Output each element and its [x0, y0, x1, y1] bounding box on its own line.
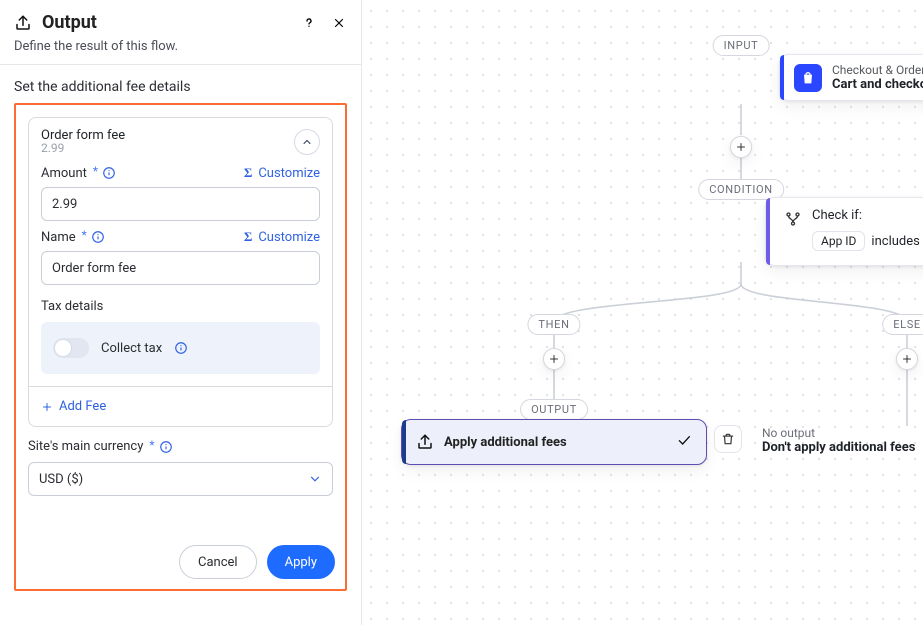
name-input[interactable] — [41, 251, 320, 285]
tax-label: Tax details — [41, 299, 320, 314]
sigma-icon: Σ — [244, 165, 253, 181]
input-chip: INPUT — [713, 35, 770, 56]
info-icon[interactable] — [91, 230, 105, 244]
customize-name-link[interactable]: Σ Customize — [244, 229, 320, 245]
panel-footer: Cancel Apply — [179, 545, 335, 579]
app-id-pill: App ID — [812, 231, 865, 251]
input-card-kicker: Checkout & Orders — [832, 63, 923, 77]
condition-title: Check if: — [812, 208, 923, 223]
add-fee-button[interactable]: Add Fee — [29, 387, 332, 426]
panel-title: Output — [42, 12, 97, 33]
input-card-text: Checkout & Orders Cart and checkout data — [832, 63, 923, 92]
add-step-button[interactable] — [730, 136, 752, 158]
fee-card-header: Order form fee 2.99 — [29, 118, 332, 165]
apply-button-label: Apply — [285, 555, 317, 570]
add-step-else-button[interactable] — [896, 348, 918, 370]
amount-label: Amount — [41, 166, 87, 181]
then-chip: THEN — [527, 314, 580, 335]
collect-tax-toggle[interactable] — [53, 338, 89, 358]
fee-card-subtitle: 2.99 — [41, 141, 125, 155]
cancel-button-label: Cancel — [198, 555, 238, 570]
collect-tax-box: Collect tax — [41, 322, 320, 374]
plus-icon — [41, 401, 53, 413]
tax-details: Tax details Collect tax — [41, 299, 320, 374]
fee-section-title: Set the additional fee details — [0, 65, 361, 103]
field-row: Amount * Σ Customize — [41, 165, 320, 181]
card-stripe — [780, 55, 784, 100]
branch-icon — [784, 210, 802, 228]
flow-canvas[interactable]: INPUT Checkout & Orders Cart and checkou… — [362, 0, 923, 625]
output-chip: OUTPUT — [520, 399, 588, 420]
chevron-up-icon — [301, 136, 313, 148]
output-icon — [416, 433, 434, 451]
cancel-button[interactable]: Cancel — [179, 545, 257, 579]
collapse-button[interactable] — [294, 129, 320, 155]
currency-value: USD ($) — [39, 472, 83, 487]
required-mark: * — [82, 228, 87, 242]
trash-icon — [721, 432, 735, 446]
card-stripe — [766, 198, 770, 265]
field-row: Name * Σ Customize — [41, 229, 320, 245]
plus-icon — [901, 353, 913, 365]
fee-card: Order form fee 2.99 Amount * — [28, 117, 333, 427]
customize-name-text: Customize — [258, 230, 320, 245]
add-fee-label: Add Fee — [59, 399, 106, 414]
shopping-bag-icon — [794, 64, 822, 92]
info-icon[interactable] — [102, 166, 116, 180]
currency-label-wrap: Site's main currency * — [28, 439, 333, 454]
sigma-icon: Σ — [244, 229, 253, 245]
amount-input[interactable] — [41, 187, 320, 221]
plus-icon — [548, 353, 560, 365]
output-icon — [14, 14, 32, 32]
customize-amount-text: Customize — [258, 166, 320, 181]
input-card-title: Cart and checkout data — [832, 77, 923, 92]
else-chip: ELSE — [882, 314, 923, 335]
else-output-title: Don't apply additional fees — [762, 440, 923, 455]
close-icon[interactable] — [331, 15, 347, 31]
amount-label-wrap: Amount * — [41, 166, 116, 181]
output-card-title: Apply additional fees — [444, 435, 567, 450]
apply-button[interactable]: Apply — [267, 545, 335, 579]
input-card[interactable]: Checkout & Orders Cart and checkout data — [779, 54, 923, 101]
info-icon[interactable] — [174, 341, 188, 355]
required-mark: * — [93, 164, 98, 178]
fee-card-title-wrap: Order form fee 2.99 — [41, 128, 125, 155]
else-output-kicker: No output — [762, 426, 923, 440]
panel-header-right — [301, 15, 347, 31]
panel-header-left: Output — [14, 12, 97, 33]
currency-label: Site's main currency — [28, 439, 143, 454]
name-label-wrap: Name * — [41, 230, 105, 245]
add-step-then-button[interactable] — [543, 348, 565, 370]
info-icon[interactable] — [159, 440, 173, 454]
cond-includes-only: includes only — [871, 234, 923, 249]
required-mark: * — [149, 438, 154, 452]
chevron-down-icon — [308, 472, 322, 486]
panel-subtitle: Define the result of this flow. — [0, 37, 361, 64]
plus-icon — [735, 141, 747, 153]
output-card[interactable]: Apply additional fees — [401, 419, 707, 465]
panel-header: Output — [0, 0, 361, 37]
condition-card[interactable]: Check if: App ID includes only selected … — [765, 197, 923, 266]
name-field: Name * Σ Customize — [29, 229, 332, 293]
else-output-card[interactable]: No output Don't apply additional fees — [762, 426, 923, 455]
delete-output-button[interactable] — [714, 425, 742, 453]
currency-select[interactable]: USD ($) — [28, 462, 333, 496]
amount-field: Amount * Σ Customize — [29, 165, 332, 229]
currency-field: Site's main currency * USD ($) — [16, 427, 345, 496]
collect-tax-label: Collect tax — [101, 341, 162, 356]
check-icon — [676, 432, 692, 452]
condition-expression: App ID includes only selected items — [812, 231, 923, 251]
highlighted-region: Order form fee 2.99 Amount * — [14, 103, 347, 591]
help-icon[interactable] — [301, 15, 317, 31]
customize-amount-link[interactable]: Σ Customize — [244, 165, 320, 181]
output-panel: Output Define the result of this flow. S… — [0, 0, 362, 625]
card-stripe — [402, 420, 406, 464]
name-label: Name — [41, 230, 76, 245]
